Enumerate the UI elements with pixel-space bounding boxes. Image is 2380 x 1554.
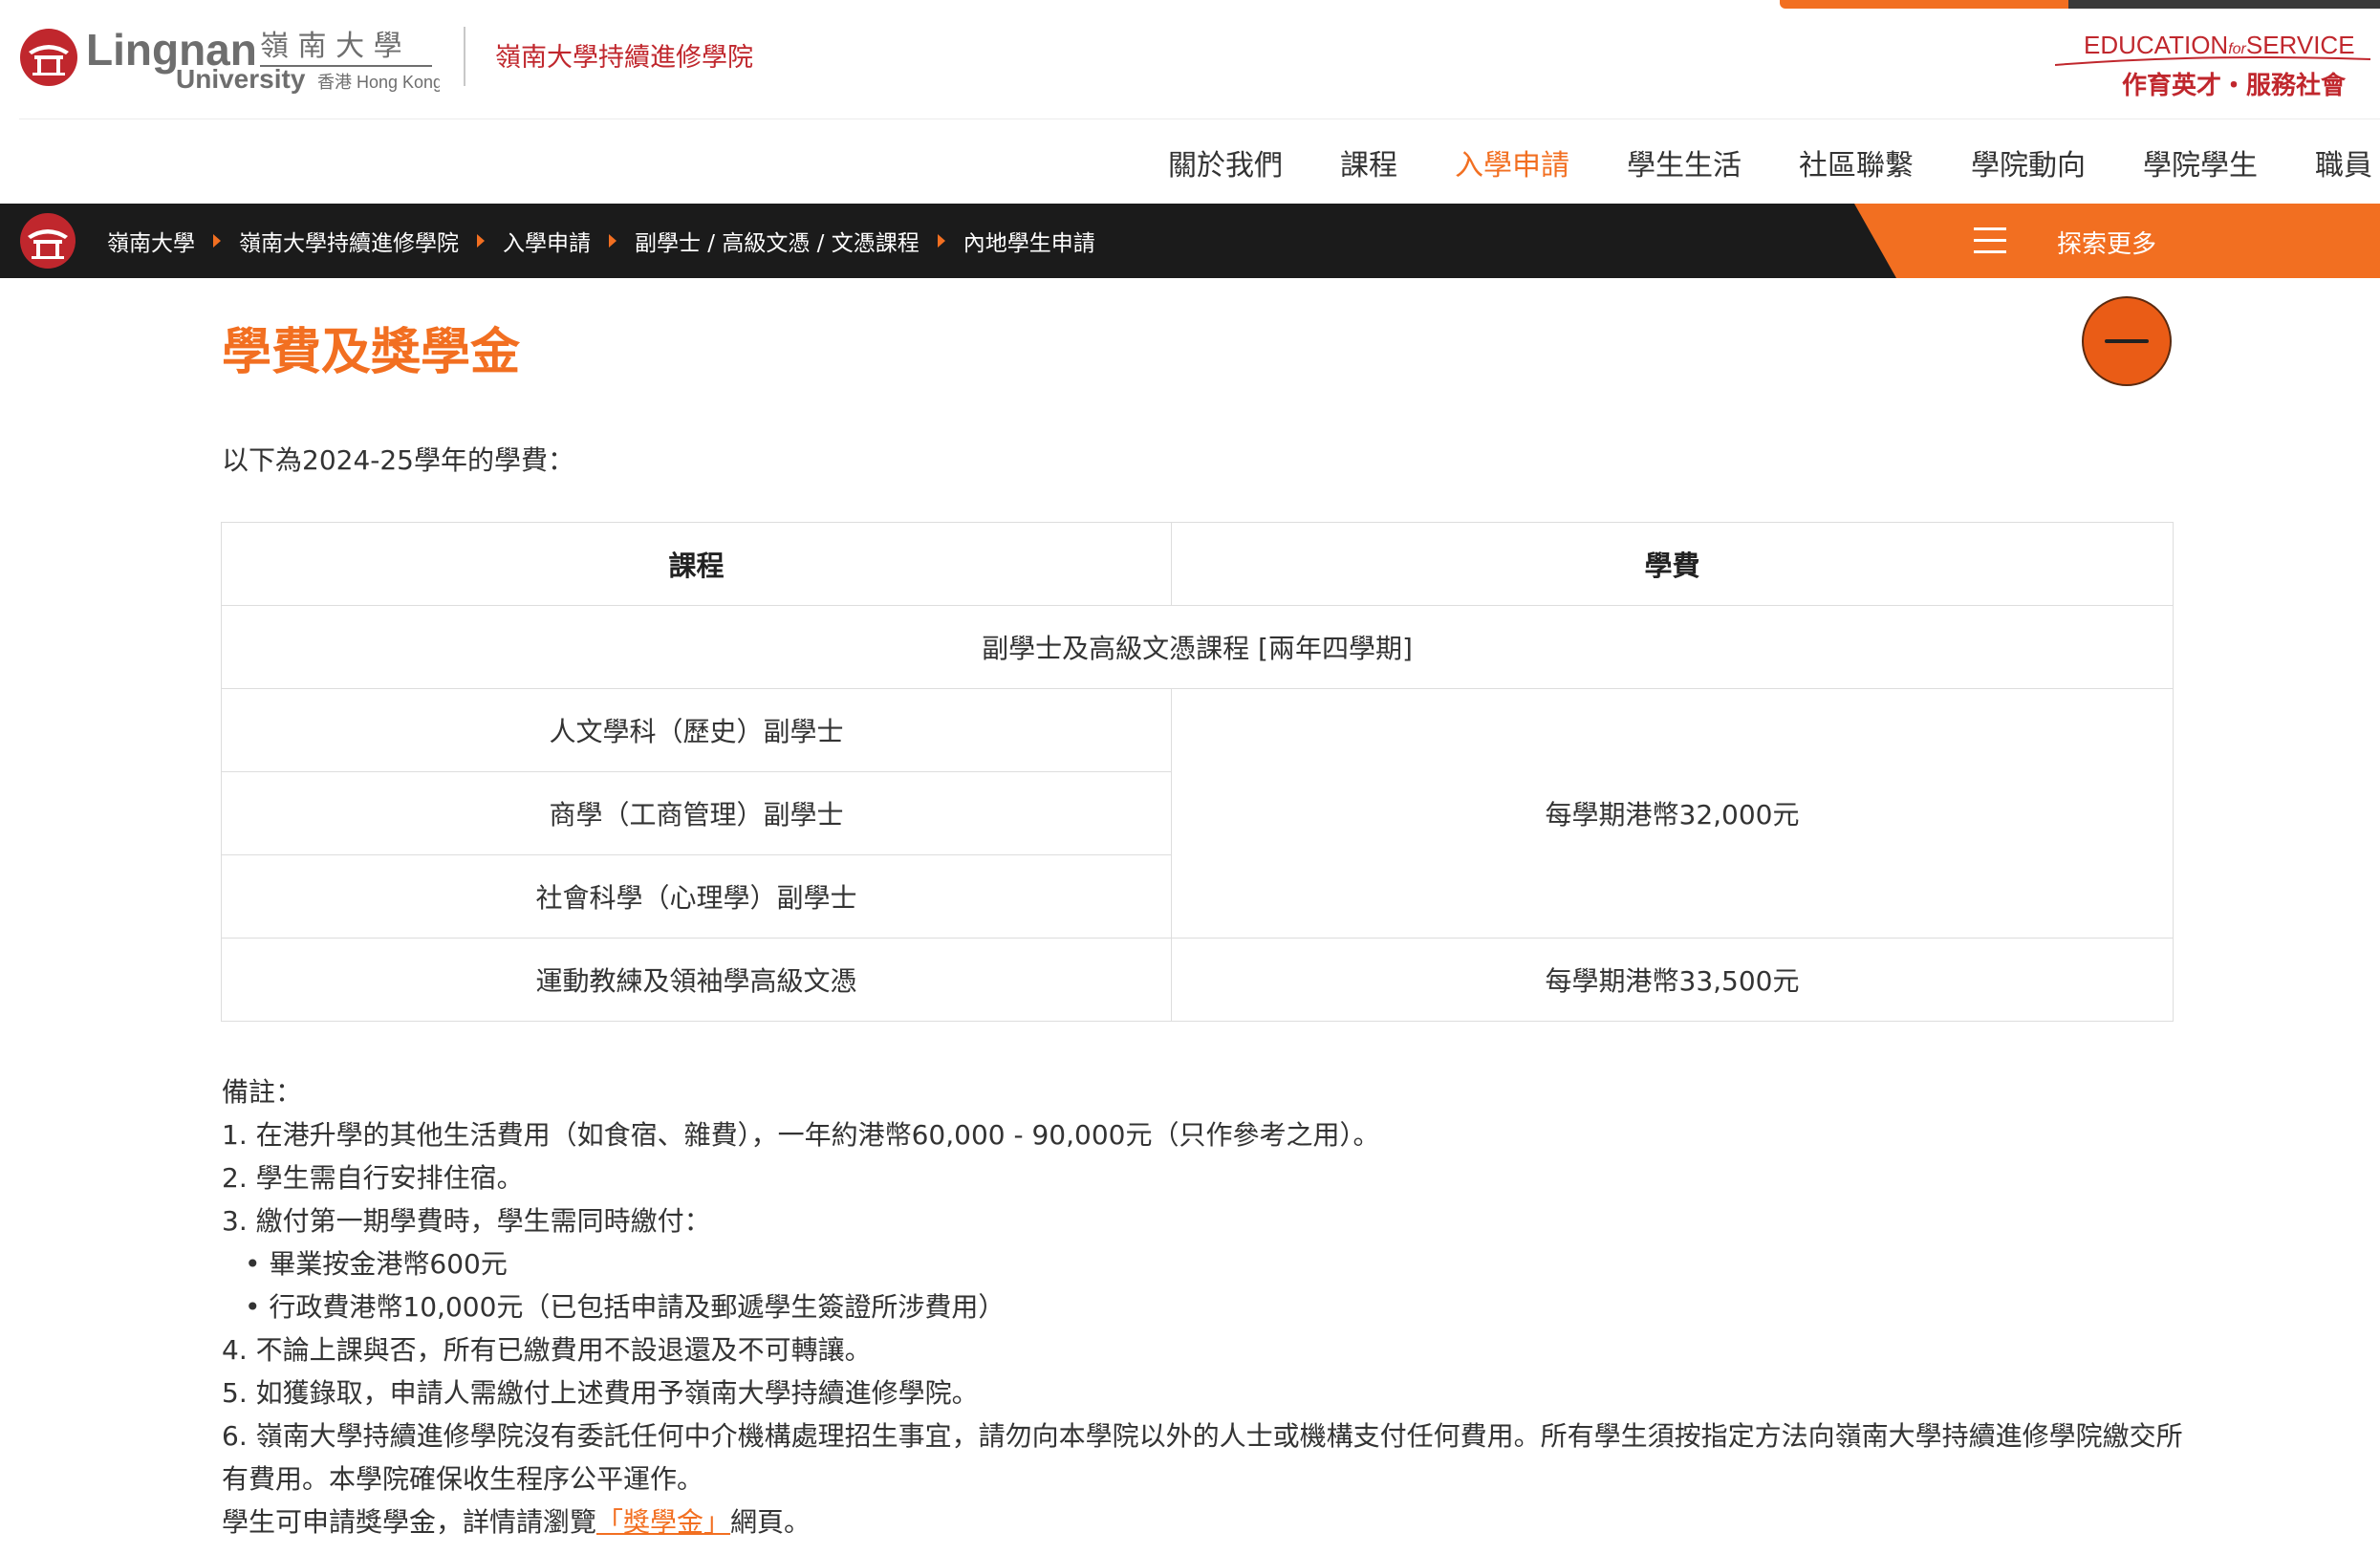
education-for-service-slogan: EDUCATIONforSERVICE 作育英才・服務社會 [2054,25,2371,105]
slogan-en-main: EDUCATION [2084,31,2228,59]
table-row: 運動教練及領袖學高級文憑 每學期港幣33,500元 [221,938,2174,1022]
school-name[interactable]: 嶺南大學持續進修學院 [495,36,753,74]
note-bullet: • 畢業按金港幣600元 [245,1248,508,1280]
nav-programmes[interactable]: 課程 [1340,141,1397,183]
slogan-graphic: EDUCATIONforSERVICE 作育英才・服務社會 [2054,31,2371,100]
note-item: 1. 在港升學的其他生活費用（如食宿、雜費），一年約港幣60,000 - 90,… [222,1119,1380,1151]
scholarship-line: 學生可申請獎學金，詳情請瀏覽「獎學金」網頁。 [222,1500,2191,1543]
slogan-en-service: SERVICE [2246,31,2355,59]
note-item: 2. 學生需自行安排住宿。 [222,1162,524,1194]
minus-icon [2105,339,2149,343]
nav-student-life[interactable]: 學生生活 [1627,141,1742,183]
note-bullet: • 行政費港幣10,000元（已包括申請及郵遞學生簽證所涉費用） [245,1291,1006,1323]
collapse-section-button[interactable] [2082,296,2172,386]
breadcrumb-arrow-icon [477,234,485,248]
fees-intro-text: 以下為2024-25學年的學費： [222,444,574,476]
notes-heading: 備註： [222,1076,303,1108]
notes-section: 備註： 1. 在港升學的其他生活費用（如食宿、雜費），一年約港幣60,000 -… [222,1070,2191,1543]
lingnan-emblem-icon: Lingnan 嶺 南 大 學 University 香港 Hong Kong [20,25,443,94]
breadcrumb-arrow-icon [213,234,221,248]
table-header-fee: 學費 [1171,522,2174,606]
programme-cell: 運動教練及領袖學高級文憑 [221,938,1172,1022]
logo-divider [464,27,465,86]
nav-community[interactable]: 社區聯繫 [1799,141,1914,183]
breadcrumb-arrow-icon [937,234,945,248]
note-item: 6. 嶺南大學持續進修學院沒有委託任何中介機構處理招生事宜，請勿向本學院以外的人… [222,1420,2183,1495]
programme-cell: 商學（工商管理）副學士 [221,771,1172,855]
slogan-zh: 作育英才・服務社會 [2122,71,2347,100]
programme-cell: 社會科學（心理學）副學士 [221,854,1172,939]
nav-staff[interactable]: 職員 [2315,141,2372,183]
lingnan-emblem-small-icon[interactable] [19,212,76,270]
section-title: 學費及獎學金 [222,324,521,381]
explore-more-label: 探索更多 [2057,230,2157,259]
table-group-label: 副學士及高級文憑課程 [兩年四學期] [221,605,2174,689]
logo-chinese: 嶺 南 大 學 [260,30,402,63]
breadcrumb-bar: 嶺南大學 嶺南大學持續進修學院 入學申請 副學士 / 高級文憑 / 文憑課程 內… [0,204,2380,278]
nav-students[interactable]: 學院學生 [2143,141,2258,183]
main-navigation: 關於我們 課程 入學申請 學生生活 社區聯繫 學院動向 學院學生 職員 [0,141,2380,189]
programme-cell: 人文學科（歷史）副學士 [221,688,1172,772]
breadcrumb-programmes[interactable]: 副學士 / 高級文憑 / 文憑課程 [635,225,920,257]
slogan-en-for: for [2228,41,2246,57]
scholarship-link[interactable]: 「獎學金」 [596,1506,730,1538]
nav-about-us[interactable]: 關於我們 [1168,141,1283,183]
nav-news[interactable]: 學院動向 [1971,141,2086,183]
logo-location: 香港 Hong Kong [317,73,440,92]
note-item: 4. 不論上課與否，所有已繳費用不設退還及不可轉讓。 [222,1334,872,1366]
table-header-row: 課程 學費 [221,522,2174,606]
top-decoration-dark [2068,0,2380,9]
hamburger-menu-icon [1974,227,2006,254]
breadcrumb-mainland-application[interactable]: 內地學生申請 [963,225,1095,257]
breadcrumb-arrow-icon [609,234,617,248]
table-group-row: 副學士及高級文憑課程 [兩年四學期] [221,605,2174,689]
fee-cell: 每學期港幣33,500元 [1171,938,2174,1022]
nav-admission[interactable]: 入學申請 [1455,141,1569,183]
logo-sub: University [176,64,306,94]
lingnan-logo[interactable]: Lingnan 嶺 南 大 學 University 香港 Hong Kong [19,17,443,103]
breadcrumb-admission[interactable]: 入學申請 [503,225,591,257]
note-item: 3. 繳付第一期學費時，學生需同時繳付： [222,1205,711,1237]
table-header-programme: 課程 [221,522,1172,606]
table-row: 人文學科（歷史）副學士 每學期港幣32,000元 [221,688,2174,939]
scholarship-suffix: 網頁。 [730,1506,811,1538]
top-decoration-orange [1780,0,2068,9]
fee-cell: 每學期港幣32,000元 [1171,688,2174,939]
explore-more-button[interactable]: 探索更多 [1854,204,2380,278]
breadcrumb-lingnan-university[interactable]: 嶺南大學 [107,225,195,257]
svg-text:EDUCATIONforSERVICE: EDUCATIONforSERVICE [2084,31,2355,59]
scholarship-prefix: 學生可申請獎學金，詳情請瀏覽 [222,1506,597,1538]
tuition-fee-table: 課程 學費 副學士及高級文憑課程 [兩年四學期] 人文學科（歷史）副學士 每學期… [221,522,2174,1022]
note-item: 5. 如獲錄取，申請人需繳付上述費用予嶺南大學持續進修學院。 [222,1377,979,1409]
breadcrumb-school[interactable]: 嶺南大學持續進修學院 [239,225,459,257]
breadcrumb: 嶺南大學 嶺南大學持續進修學院 入學申請 副學士 / 高級文憑 / 文憑課程 內… [107,204,1095,278]
